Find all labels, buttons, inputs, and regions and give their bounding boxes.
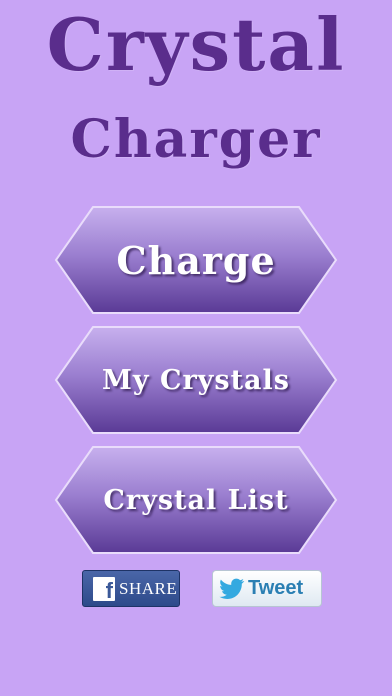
my-crystals-button[interactable]: My Crystals [54,326,338,434]
facebook-share-button[interactable]: f SHARE [82,570,180,607]
charge-button[interactable]: Charge [54,206,338,314]
my-crystals-label: My Crystals [101,364,290,396]
tweet-button[interactable]: Tweet [212,570,322,607]
twitter-bird-icon [219,578,245,599]
app-title: Crystal [46,2,346,87]
charge-label: Charge [116,237,276,283]
crystal-list-button[interactable]: Crystal List [54,446,338,554]
tweet-label: Tweet [248,577,304,599]
share-label: SHARE [119,578,178,598]
crystal-list-label: Crystal List [103,484,289,516]
facebook-icon: f [93,576,115,601]
app-subtitle: Charger [70,109,322,170]
